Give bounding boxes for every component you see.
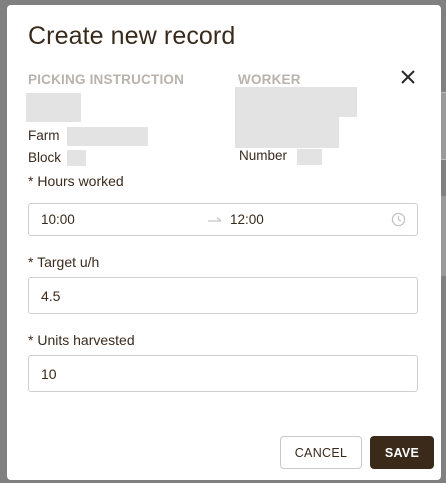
hours-to-value[interactable]: 12:00 [230, 212, 264, 227]
units-harvested-label: * Units harvested [28, 332, 135, 348]
arrow-right-icon [207, 212, 223, 226]
worker-detail-redacted [235, 117, 339, 148]
modal-title: Create new record [28, 22, 236, 50]
farm-value-redacted [67, 127, 148, 146]
hours-from-value[interactable]: 10:00 [41, 212, 75, 227]
picking-instruction-redacted [26, 93, 81, 122]
close-icon[interactable] [397, 66, 419, 88]
worker-heading: WORKER [238, 72, 301, 87]
save-button[interactable]: SAVE [370, 436, 434, 469]
target-uh-label: * Target u/h [28, 254, 100, 270]
units-harvested-input[interactable] [28, 355, 418, 392]
picking-instruction-heading: PICKING INSTRUCTION [28, 72, 185, 87]
block-value-redacted [67, 150, 86, 166]
target-uh-input[interactable] [28, 277, 418, 314]
block-label: Block [28, 150, 62, 165]
number-label: Number [239, 148, 288, 163]
cancel-button[interactable]: CANCEL [280, 436, 362, 469]
hours-worked-label: * Hours worked [28, 173, 124, 189]
number-value-redacted [297, 149, 322, 165]
farm-label: Farm [28, 128, 60, 143]
clock-icon[interactable] [391, 212, 406, 227]
hours-worked-range-picker[interactable]: 10:00 12:00 [28, 203, 418, 236]
worker-name-redacted [235, 87, 357, 117]
create-record-modal: Create new record PICKING INSTRUCTION Fa… [7, 5, 441, 480]
